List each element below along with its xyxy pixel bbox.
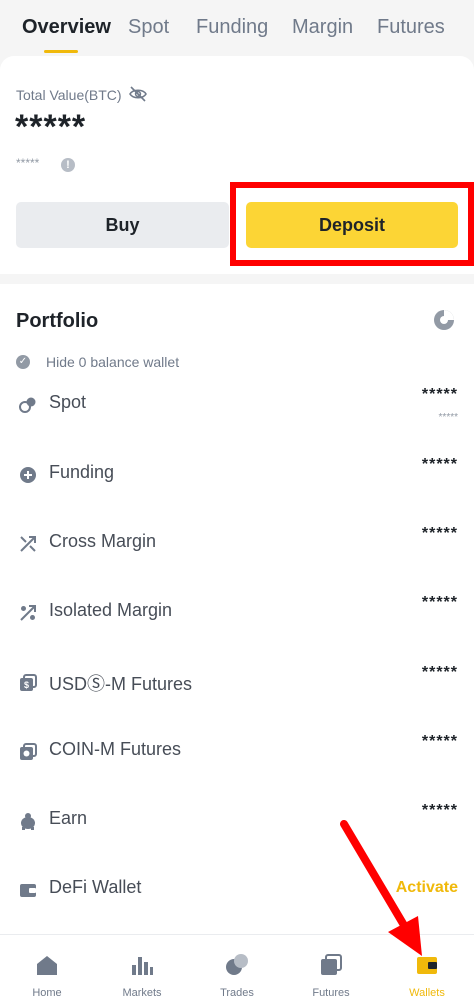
annotation-highlight-box — [230, 182, 474, 266]
isolated-margin-icon — [20, 605, 36, 621]
nav-label: Trades — [220, 987, 254, 999]
tab-margin[interactable]: Margin — [292, 16, 353, 39]
svg-text:$: $ — [24, 680, 29, 690]
coinm-futures-icon — [20, 743, 37, 760]
top-tab-bar: Overview Spot Funding Margin Futures — [0, 0, 474, 56]
annotation-arrow — [340, 820, 422, 956]
markets-icon — [132, 957, 153, 975]
wallet-name: DeFi Wallet — [49, 877, 142, 897]
earn-icon — [21, 813, 35, 830]
pie-chart-icon[interactable] — [432, 308, 456, 332]
wallet-row-spot[interactable]: Spot ***** ***** — [0, 382, 474, 432]
total-value-amount: ***** — [15, 108, 87, 146]
wallet-sub-value: ***** — [438, 412, 458, 423]
wallet-row-usdm-futures[interactable]: $ USDⓈ-M Futures ***** — [0, 660, 474, 710]
total-value-fiat: ***** — [16, 156, 40, 170]
wallet-name: Funding — [49, 462, 115, 482]
hide-zero-balance-toggle[interactable]: ✓ Hide 0 balance wallet — [16, 353, 179, 371]
wallet-name: Cross Margin — [49, 531, 157, 551]
wallet-name: USDⓈ-M Futures — [49, 674, 193, 694]
wallet-row-isolated-margin[interactable]: Isolated Margin ***** — [0, 590, 474, 640]
nav-trades[interactable]: Trades — [190, 935, 284, 1000]
wallet-row-coinm-futures[interactable]: COIN-M Futures ***** — [0, 729, 474, 779]
wallet-name: Spot — [49, 392, 87, 412]
hide-zero-balance-label: Hide 0 balance wallet — [46, 354, 180, 370]
nav-label: Markets — [122, 987, 162, 999]
wallet-name: Isolated Margin — [49, 600, 173, 620]
wallet-name: COIN-M Futures — [49, 739, 182, 759]
spot-icon — [19, 397, 36, 413]
nav-label: Wallets — [409, 987, 445, 999]
eye-hidden-icon[interactable] — [128, 85, 148, 103]
check-circle-icon: ✓ — [16, 355, 30, 369]
nav-label: Home — [32, 987, 62, 999]
portfolio-title: Portfolio — [16, 310, 99, 332]
wallet-value: ***** — [421, 456, 458, 473]
wallet-row-funding[interactable]: Funding ***** — [0, 452, 474, 502]
buy-button[interactable]: Buy — [16, 202, 229, 248]
wallet-row-cross-margin[interactable]: Cross Margin ***** — [0, 521, 474, 571]
tab-futures[interactable]: Futures — [377, 16, 445, 39]
wallet-value: ***** — [421, 594, 458, 611]
nav-markets[interactable]: Markets — [95, 935, 189, 1000]
info-icon[interactable]: ! — [61, 158, 75, 172]
wallet-value: ***** — [421, 733, 458, 750]
wallet-value: ***** — [421, 664, 458, 681]
usdm-futures-icon: $ — [20, 674, 37, 691]
nav-label: Futures — [312, 987, 350, 999]
tab-spot[interactable]: Spot — [128, 16, 169, 39]
nav-home[interactable]: Home — [0, 935, 94, 1000]
tab-funding[interactable]: Funding — [196, 16, 268, 39]
home-icon — [37, 956, 57, 975]
active-tab-indicator — [44, 50, 78, 53]
wallet-value: ***** — [421, 386, 458, 403]
tab-overview[interactable]: Overview — [22, 16, 111, 39]
cross-margin-icon — [20, 536, 36, 552]
wallet-name: Earn — [49, 808, 88, 828]
trades-icon — [226, 954, 248, 975]
wallet-value: ***** — [421, 525, 458, 542]
funding-icon — [20, 467, 36, 483]
total-value-label: Total Value(BTC) — [16, 87, 122, 103]
defi-wallet-icon — [20, 884, 36, 897]
wallet-value: ***** — [421, 802, 458, 819]
